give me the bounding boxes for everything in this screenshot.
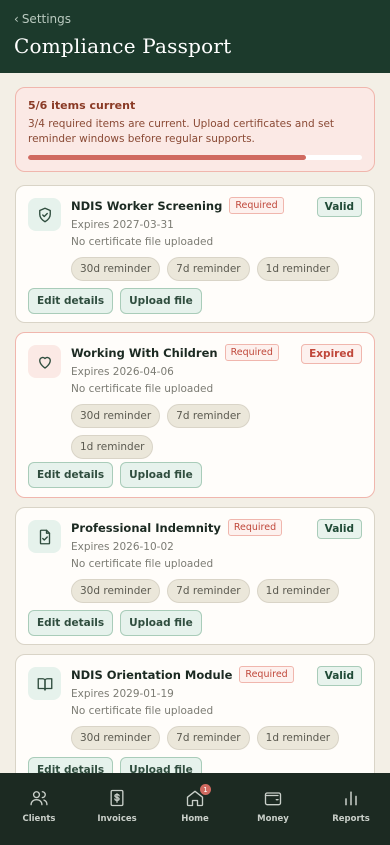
- document-check-icon: [28, 520, 61, 553]
- progress-fill: [28, 155, 307, 160]
- bottom-tab-bar: Clients Invoices 1 Home Money Reports: [0, 773, 390, 845]
- notification-badge: 1: [200, 784, 211, 795]
- reminder-chip-30d[interactable]: 30d reminder: [71, 257, 161, 281]
- wallet-icon: [264, 792, 282, 806]
- tab-label: Home: [181, 814, 209, 824]
- reminder-chips: 30d reminder 7d reminder 1d reminder: [71, 257, 361, 281]
- tab-invoices[interactable]: Invoices: [82, 788, 152, 845]
- compliance-card: NDIS Orientation Module Required Valid E…: [15, 654, 375, 773]
- expiry-date: Expires 2026-10-02: [71, 541, 174, 553]
- invoice-icon: [110, 789, 124, 807]
- edit-details-button[interactable]: Edit details: [28, 610, 114, 636]
- users-icon: [30, 791, 48, 806]
- card-title: Working With Children: [71, 345, 218, 360]
- edit-details-button[interactable]: Edit details: [28, 288, 114, 314]
- back-link[interactable]: ‹ Settings: [14, 12, 376, 26]
- expiry-date: Expires 2026-04-06: [71, 366, 174, 378]
- book-icon: [28, 667, 61, 700]
- reminder-chip-1d[interactable]: 1d reminder: [256, 726, 340, 750]
- status-badge: Valid: [316, 666, 362, 686]
- reminder-chip-1d[interactable]: 1d reminder: [256, 257, 340, 281]
- heart-icon: [28, 345, 61, 378]
- file-status: No certificate file uploaded: [71, 236, 214, 248]
- summary-description: 3/4 required items are current. Upload c…: [28, 118, 335, 145]
- tab-label: Reports: [332, 814, 370, 824]
- edit-details-button[interactable]: Edit details: [28, 757, 114, 773]
- reminder-chips: 30d reminder 7d reminder 1d reminder: [71, 726, 361, 750]
- reminder-chip-30d[interactable]: 30d reminder: [71, 579, 161, 603]
- tab-clients[interactable]: Clients: [4, 788, 74, 845]
- summary-count: 5/6 items current: [28, 99, 136, 112]
- card-title: Professional Indemnity: [71, 520, 221, 535]
- required-badge: Required: [239, 666, 294, 683]
- bar-chart-icon: [345, 791, 357, 806]
- reminder-chip-30d[interactable]: 30d reminder: [71, 726, 161, 750]
- file-status: No certificate file uploaded: [71, 558, 214, 570]
- reminder-chips: 30d reminder 7d reminder 1d reminder: [71, 404, 251, 459]
- app-header: ‹ Settings Compliance Passport: [0, 0, 390, 73]
- status-badge: Valid: [316, 519, 362, 539]
- tab-money[interactable]: Money: [238, 788, 308, 845]
- upload-file-button[interactable]: Upload file: [120, 462, 202, 488]
- card-title: NDIS Orientation Module: [71, 667, 233, 682]
- content-scroll[interactable]: 5/6 items current 3/4 required items are…: [0, 73, 390, 773]
- required-badge: Required: [227, 519, 283, 536]
- reminder-chip-30d[interactable]: 30d reminder: [71, 404, 161, 428]
- status-badge: Expired: [301, 344, 362, 364]
- card-title: NDIS Worker Screening: [71, 198, 223, 213]
- file-status: No certificate file uploaded: [71, 705, 214, 717]
- required-badge: Required: [224, 344, 279, 361]
- chevron-left-icon: ‹: [14, 12, 19, 26]
- reminder-chip-7d[interactable]: 7d reminder: [167, 404, 250, 428]
- reminder-chip-1d[interactable]: 1d reminder: [71, 435, 154, 459]
- compliance-card: Professional Indemnity Required Valid Ex…: [15, 507, 375, 645]
- upload-file-button[interactable]: Upload file: [120, 288, 202, 314]
- compliance-card: NDIS Worker Screening Required Valid Exp…: [15, 185, 375, 323]
- required-badge: Required: [229, 197, 284, 214]
- edit-details-button[interactable]: Edit details: [28, 462, 114, 488]
- upload-file-button[interactable]: Upload file: [120, 610, 202, 636]
- tab-home[interactable]: 1 Home: [160, 784, 230, 845]
- compliance-summary: 5/6 items current 3/4 required items are…: [15, 87, 375, 172]
- compliance-card: Working With Children Required Expired E…: [15, 332, 375, 498]
- file-status: No certificate file uploaded: [71, 383, 214, 395]
- upload-file-button[interactable]: Upload file: [120, 757, 202, 773]
- shield-check-icon: [28, 198, 61, 231]
- expiry-date: Expires 2029-01-19: [71, 688, 174, 700]
- tab-label: Money: [257, 814, 289, 824]
- reminder-chip-1d[interactable]: 1d reminder: [256, 579, 340, 603]
- compliance-progress-bar: [28, 155, 362, 160]
- page-title: Compliance Passport: [14, 34, 232, 58]
- reminder-chip-7d[interactable]: 7d reminder: [167, 579, 250, 603]
- expiry-date: Expires 2027-03-31: [71, 219, 174, 231]
- reminder-chip-7d[interactable]: 7d reminder: [167, 257, 250, 281]
- tab-reports[interactable]: Reports: [316, 788, 386, 845]
- reminder-chips: 30d reminder 7d reminder 1d reminder: [71, 579, 361, 603]
- tab-label: Invoices: [97, 814, 137, 824]
- reminder-chip-7d[interactable]: 7d reminder: [167, 726, 250, 750]
- status-badge: Valid: [316, 197, 362, 217]
- tab-label: Clients: [22, 814, 56, 824]
- back-link-label: Settings: [21, 12, 72, 26]
